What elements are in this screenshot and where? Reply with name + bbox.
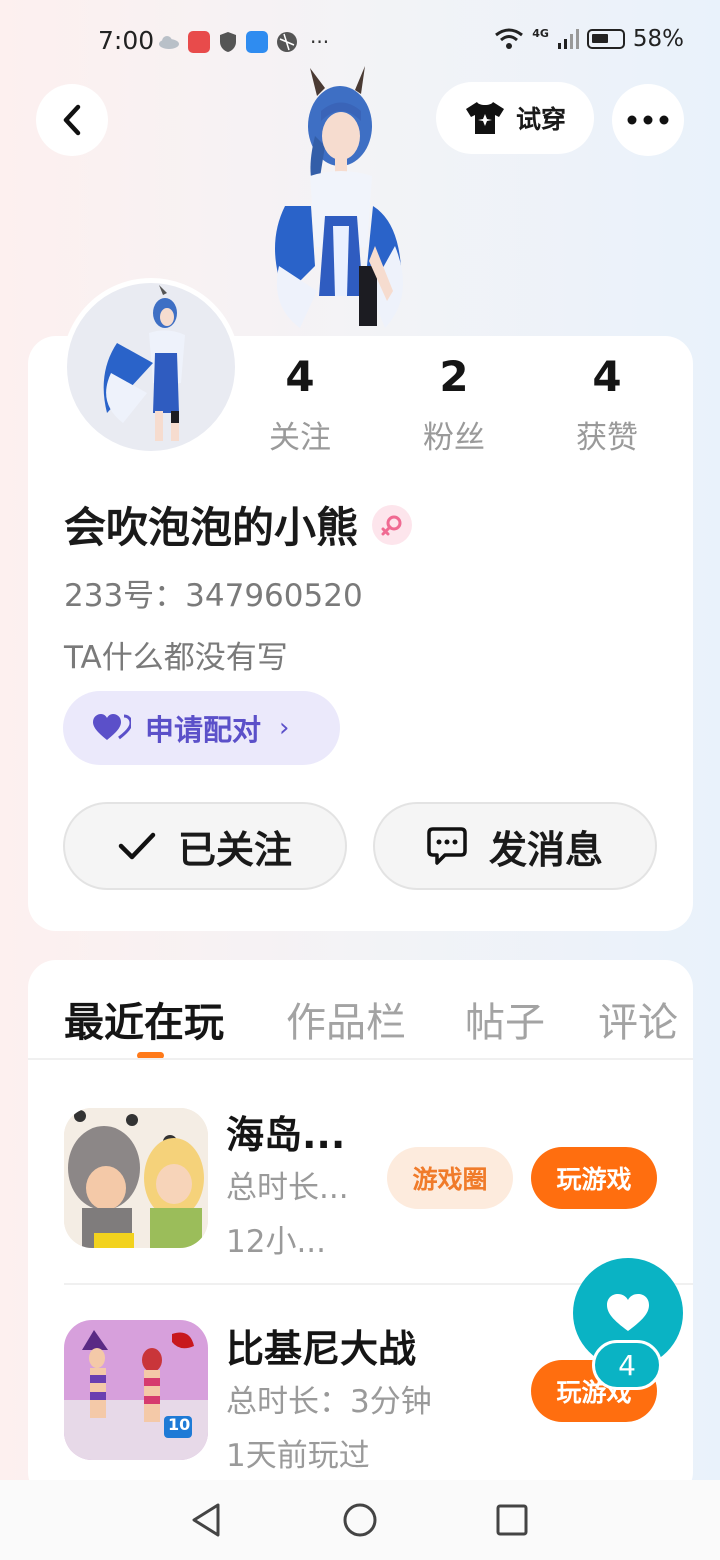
- wifi-icon: [495, 28, 524, 49]
- fans-label: 粉丝: [423, 420, 485, 456]
- following-label: 关注: [269, 420, 331, 456]
- battery-icon: [586, 29, 625, 49]
- play-game-label: 玩游戏: [556, 1165, 632, 1194]
- bikini-battle-art: [64, 1320, 208, 1460]
- fans-count: 2: [439, 352, 469, 401]
- check-icon: [118, 832, 156, 860]
- island-game-art: [64, 1108, 208, 1248]
- bio-text: TA什么都没有写: [64, 640, 288, 676]
- cloud-icon: [159, 36, 179, 49]
- more-notifications-icon: ···: [310, 30, 330, 54]
- female-icon: [372, 504, 413, 545]
- game-name[interactable]: 海岛...: [226, 1104, 345, 1159]
- chevron-left-icon: [63, 104, 81, 136]
- try-on-button[interactable]: 试穿: [436, 82, 594, 154]
- status-time: 7:00: [98, 26, 155, 55]
- likes-count: 4: [592, 352, 622, 401]
- game-icon-island[interactable]: [64, 1108, 208, 1248]
- double-heart-icon: [93, 714, 131, 740]
- status-right: 4G 58%: [494, 26, 684, 52]
- request-pair-label: 申请配对: [145, 713, 262, 747]
- game-last-played: 1天前玩过: [226, 1438, 370, 1474]
- stat-following[interactable]: 4 关注: [245, 352, 355, 457]
- heart-icon: [607, 1294, 649, 1331]
- stat-likes[interactable]: 4 获赞: [552, 352, 662, 457]
- stat-fans[interactable]: 2 粉丝: [399, 352, 509, 457]
- level-badge: 10: [168, 1415, 191, 1434]
- nav-recents-icon[interactable]: [492, 1500, 532, 1540]
- game-duration: 总时长...: [226, 1170, 349, 1206]
- tab-posts[interactable]: 帖子: [465, 990, 545, 1048]
- game-circle-label: 游戏圈: [412, 1165, 488, 1194]
- username: 会吹泡泡的小熊: [64, 503, 359, 552]
- notification-icons: ···: [158, 30, 329, 54]
- game-circle-button[interactable]: 游戏圈: [387, 1147, 513, 1209]
- profile-avatar[interactable]: [62, 278, 240, 456]
- send-message-label: 发消息: [488, 827, 603, 872]
- likes-label: 获赞: [576, 420, 638, 456]
- game-name[interactable]: 比基尼大战: [226, 1318, 416, 1373]
- request-pair-button[interactable]: 申请配对 ›: [63, 691, 340, 765]
- signal-icon: [557, 29, 579, 49]
- username-row: 会吹泡泡的小熊: [64, 494, 413, 555]
- try-on-label: 试穿: [515, 105, 566, 134]
- play-game-button[interactable]: 玩游戏: [531, 1147, 657, 1209]
- followed-label: 已关注: [177, 827, 292, 872]
- battery-percent: 58%: [632, 26, 684, 52]
- user-id: 233号：347960520: [64, 578, 363, 614]
- huawei-app-icon: [188, 31, 210, 53]
- following-count: 4: [285, 352, 315, 401]
- tab-recently-played[interactable]: 最近在玩: [64, 990, 224, 1048]
- shirt-icon: [465, 102, 504, 134]
- game-last-played: 12小...: [226, 1224, 327, 1260]
- avatar-character-figure: [275, 66, 403, 328]
- more-button[interactable]: [612, 84, 684, 156]
- tab-works[interactable]: 作品栏: [286, 990, 406, 1048]
- game-icon-bikini-battle[interactable]: 10: [64, 1320, 208, 1460]
- like-count-badge: 4: [592, 1340, 662, 1390]
- globe-icon: [277, 32, 297, 52]
- avatar-figure: [103, 285, 185, 441]
- nav-home-icon[interactable]: [340, 1500, 380, 1540]
- tab-comments[interactable]: 评论: [598, 990, 678, 1048]
- system-nav-bar: [0, 1480, 720, 1560]
- network-type: 4G: [532, 26, 549, 40]
- shield-icon: [220, 32, 236, 52]
- nav-back-icon[interactable]: [188, 1500, 228, 1540]
- cloud-app-icon: [246, 31, 268, 53]
- send-message-button[interactable]: 发消息: [373, 802, 657, 890]
- followed-button[interactable]: 已关注: [63, 802, 347, 890]
- chevron-right-icon: ›: [279, 713, 290, 743]
- game-duration: 总时长：3分钟: [226, 1384, 432, 1420]
- more-dots-icon: [627, 115, 669, 125]
- back-button[interactable]: [36, 84, 108, 156]
- chat-bubble-icon: [427, 827, 467, 865]
- tabs-divider: [28, 1058, 693, 1060]
